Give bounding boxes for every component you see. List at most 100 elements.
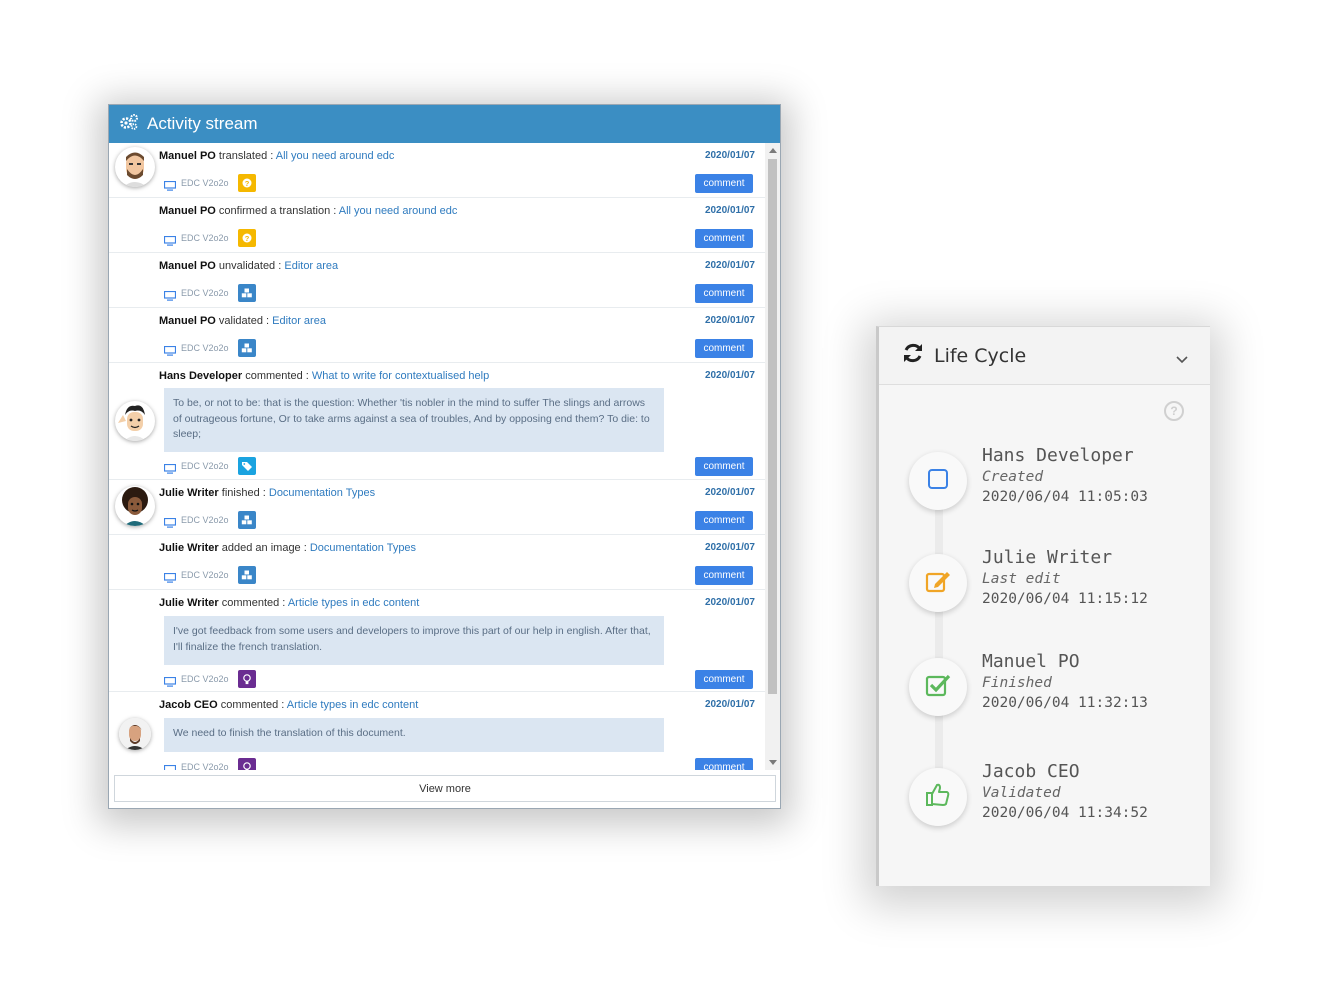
cubes-icon bbox=[237, 566, 256, 584]
step-timestamp: 2020/06/04 11:05:03 bbox=[982, 489, 1148, 505]
entry-date: 2020/01/07 bbox=[704, 699, 755, 710]
entry-target-link[interactable]: Editor area bbox=[272, 315, 326, 327]
entry-site[interactable]: EDC V2o2o bbox=[181, 233, 229, 243]
entry-target-link[interactable]: Article types in edc content bbox=[288, 597, 419, 609]
activity-stream-title: Activity stream bbox=[147, 114, 258, 133]
avatar-manuel-po[interactable] bbox=[115, 147, 155, 187]
entry-user[interactable]: Julie Writer bbox=[159, 487, 219, 499]
entry-site[interactable]: EDC V2o2o bbox=[181, 674, 229, 684]
entry-site[interactable]: EDC V2o2o bbox=[181, 343, 229, 353]
lightbulb-icon bbox=[237, 670, 256, 688]
comment-button[interactable]: comment bbox=[695, 229, 753, 248]
life-cycle-step: Jacob CEO Validated 2020/06/04 11:34:52 bbox=[909, 761, 1189, 848]
activity-entry: Julie Writer commented : Article types i… bbox=[109, 590, 765, 692]
monitor-icon bbox=[163, 178, 177, 191]
life-cycle-step: Hans Developer Created 2020/06/04 11:05:… bbox=[909, 445, 1189, 532]
entry-action: commented : bbox=[221, 597, 286, 609]
comment-quote: To be, or not to be: that is the questio… bbox=[164, 388, 664, 452]
scroll-up-icon[interactable] bbox=[769, 148, 777, 153]
comment-button[interactable]: comment bbox=[695, 758, 753, 770]
comment-button[interactable]: comment bbox=[695, 511, 753, 530]
entry-target-link[interactable]: Documentation Types bbox=[269, 487, 375, 499]
entry-user[interactable]: Julie Writer bbox=[159, 597, 219, 609]
entry-target-link[interactable]: All you need around edc bbox=[339, 205, 458, 217]
entry-site[interactable]: EDC V2o2o bbox=[181, 288, 229, 298]
comment-button[interactable]: comment bbox=[695, 566, 753, 585]
monitor-icon bbox=[163, 233, 177, 246]
entry-user[interactable]: Julie Writer bbox=[159, 542, 219, 554]
entry-target-link[interactable]: All you need around edc bbox=[276, 150, 395, 162]
entry-date: 2020/01/07 bbox=[704, 487, 755, 498]
avatar-jacob-ceo[interactable] bbox=[119, 718, 151, 750]
step-user: Manuel PO bbox=[982, 651, 1080, 672]
tags-icon bbox=[237, 457, 256, 475]
entry-site[interactable]: EDC V2o2o bbox=[181, 178, 229, 188]
step-icon-circle bbox=[909, 452, 967, 510]
square-icon bbox=[927, 468, 949, 495]
entry-action: added an image : bbox=[221, 542, 307, 554]
comment-button[interactable]: comment bbox=[695, 457, 753, 476]
monitor-icon bbox=[163, 762, 177, 770]
entry-date: 2020/01/07 bbox=[704, 315, 755, 326]
step-timestamp: 2020/06/04 11:15:12 bbox=[982, 591, 1148, 607]
entry-user[interactable]: Manuel PO bbox=[159, 205, 216, 217]
comment-button[interactable]: comment bbox=[695, 339, 753, 358]
avatar-julie-writer[interactable] bbox=[115, 486, 155, 526]
entry-target-link[interactable]: Article types in edc content bbox=[287, 699, 418, 711]
step-timestamp: 2020/06/04 11:32:13 bbox=[982, 695, 1148, 711]
monitor-icon bbox=[163, 515, 177, 528]
activity-entry: Manuel PO validated : Editor area 2020/0… bbox=[109, 308, 765, 363]
activity-stream-panel: Activity stream Manuel PO translated : A… bbox=[108, 104, 781, 809]
entry-site[interactable]: EDC V2o2o bbox=[181, 515, 229, 525]
cubes-icon bbox=[237, 511, 256, 529]
entry-user[interactable]: Hans Developer bbox=[159, 370, 242, 382]
entry-action: translated : bbox=[218, 150, 274, 162]
entry-user[interactable]: Manuel PO bbox=[159, 150, 216, 162]
entry-user[interactable]: Manuel PO bbox=[159, 315, 216, 327]
view-more-button[interactable]: View more bbox=[114, 775, 776, 802]
question-icon: ? bbox=[237, 174, 256, 192]
life-cycle-title: Life Cycle bbox=[934, 344, 1027, 367]
step-user: Julie Writer bbox=[982, 547, 1113, 568]
comment-button[interactable]: comment bbox=[695, 670, 753, 689]
step-timestamp: 2020/06/04 11:34:52 bbox=[982, 805, 1148, 821]
step-status: Created bbox=[982, 469, 1044, 485]
entry-date: 2020/01/07 bbox=[704, 542, 755, 553]
activity-stream-list[interactable]: Manuel PO translated : All you need arou… bbox=[109, 143, 780, 770]
help-icon[interactable]: ? bbox=[1164, 401, 1184, 421]
activity-entry: Julie Writer added an image : Documentat… bbox=[109, 535, 765, 590]
comment-quote: We need to finish the translation of thi… bbox=[164, 718, 664, 752]
life-cycle-step: Julie Writer Last edit 2020/06/04 11:15:… bbox=[909, 547, 1189, 634]
scrollbar-thumb[interactable] bbox=[768, 159, 777, 694]
step-status: Last edit bbox=[982, 571, 1061, 587]
refresh-icon bbox=[902, 342, 924, 369]
step-icon-circle bbox=[909, 768, 967, 826]
entry-target-link[interactable]: Documentation Types bbox=[310, 542, 416, 554]
entry-action: commented : bbox=[245, 370, 309, 382]
entry-target-link[interactable]: Editor area bbox=[284, 260, 338, 272]
cogs-icon bbox=[119, 113, 139, 136]
avatar-hans-developer[interactable] bbox=[115, 401, 155, 441]
entry-action: unvalidated : bbox=[218, 260, 282, 272]
step-user: Jacob CEO bbox=[982, 761, 1080, 782]
entry-site[interactable]: EDC V2o2o bbox=[181, 570, 229, 580]
entry-site[interactable]: EDC V2o2o bbox=[181, 762, 229, 770]
entry-date: 2020/01/07 bbox=[704, 150, 755, 161]
entry-target-link[interactable]: What to write for contextualised help bbox=[312, 370, 489, 382]
life-cycle-header[interactable]: Life Cycle bbox=[879, 327, 1210, 385]
comment-button[interactable]: comment bbox=[695, 284, 753, 303]
monitor-icon bbox=[163, 343, 177, 356]
activity-scrollbar[interactable] bbox=[765, 143, 780, 770]
activity-entry: Manuel PO unvalidated : Editor area 2020… bbox=[109, 253, 765, 308]
life-cycle-panel: Life Cycle ? Hans Developer Created 2020… bbox=[876, 326, 1210, 886]
chevron-down-icon[interactable] bbox=[1176, 351, 1188, 369]
scroll-down-icon[interactable] bbox=[769, 760, 777, 765]
step-status: Validated bbox=[982, 785, 1061, 801]
comment-button[interactable]: comment bbox=[695, 174, 753, 193]
activity-stream-header: Activity stream bbox=[109, 105, 780, 143]
step-status: Finished bbox=[982, 675, 1052, 691]
entry-site[interactable]: EDC V2o2o bbox=[181, 461, 229, 471]
entry-user[interactable]: Manuel PO bbox=[159, 260, 216, 272]
entry-user[interactable]: Jacob CEO bbox=[159, 699, 218, 711]
thumbs-up-icon bbox=[925, 782, 951, 813]
